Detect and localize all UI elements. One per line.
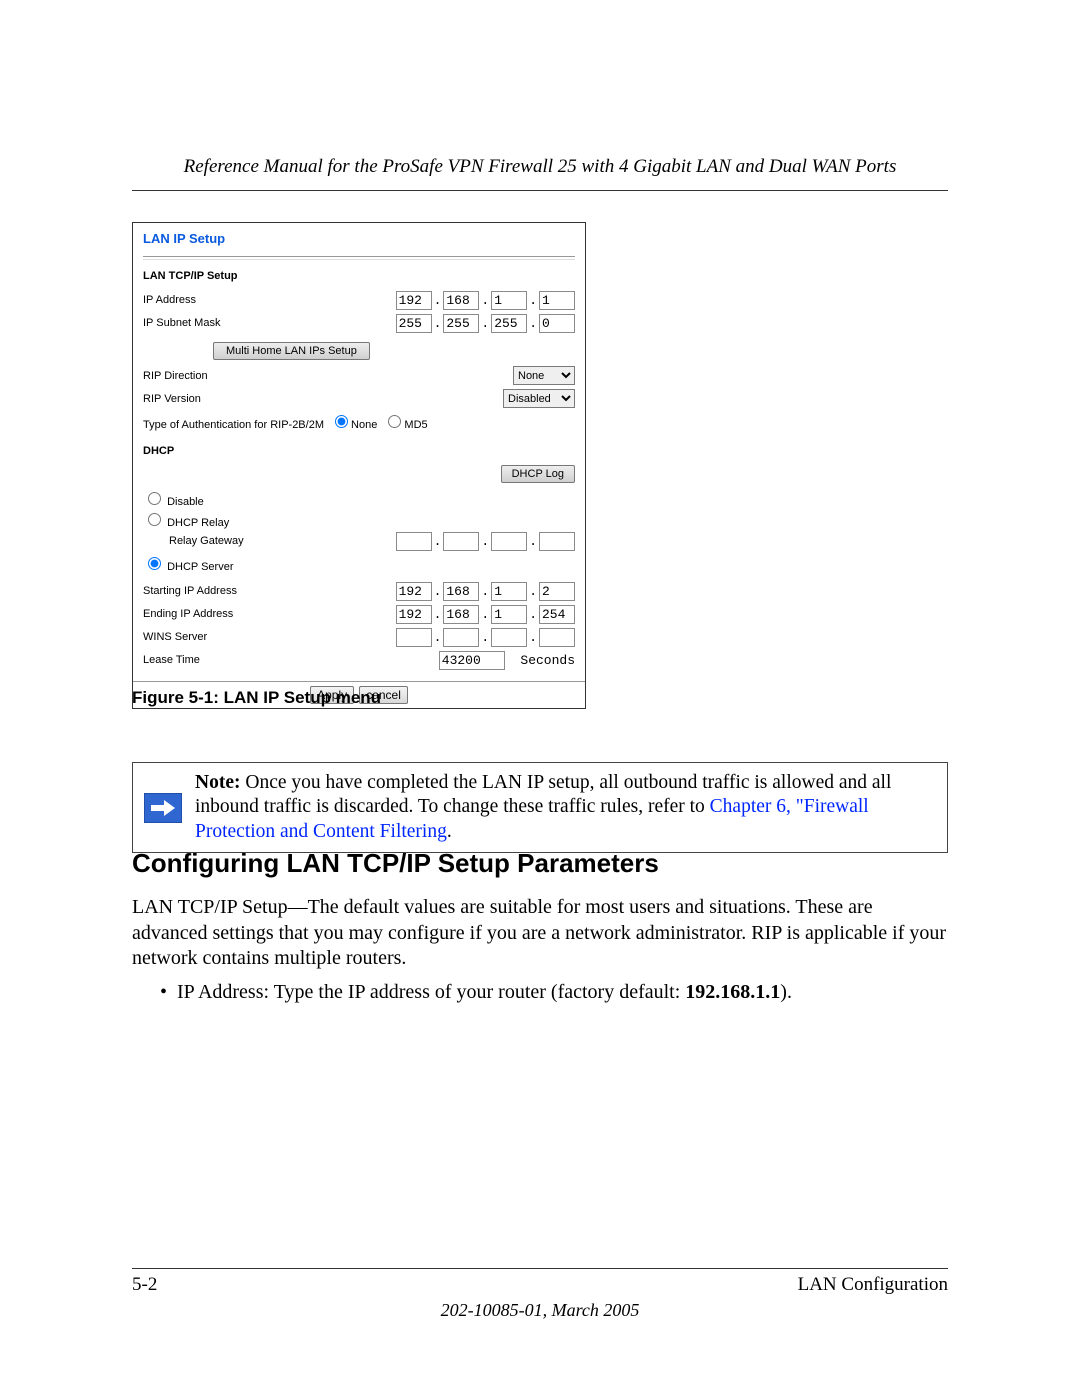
- subnet-octet-2[interactable]: [443, 314, 479, 333]
- ending-ip-label: Ending IP Address: [143, 604, 233, 625]
- end-octet-1[interactable]: [396, 605, 432, 624]
- subnet-octet-4[interactable]: [539, 314, 575, 333]
- wins-octet-2[interactable]: [443, 628, 479, 647]
- rip-version-label: RIP Version: [143, 389, 201, 410]
- start-octet-2[interactable]: [443, 582, 479, 601]
- lease-label: Lease Time: [143, 650, 200, 671]
- dhcp-log-button[interactable]: DHCP Log: [501, 465, 575, 483]
- auth-md5-label: MD5: [404, 419, 427, 431]
- note-box: Note: Once you have completed the LAN IP…: [132, 762, 948, 853]
- figure-caption: Figure 5-1: LAN IP Setup menu: [132, 688, 381, 708]
- note-lead: Note:: [195, 772, 240, 793]
- auth-md5-radio[interactable]: [388, 415, 401, 428]
- relay-octet-3[interactable]: [491, 532, 527, 551]
- section-dhcp: DHCP: [143, 445, 575, 457]
- intro-paragraph: LAN TCP/IP Setup—The default values are …: [132, 895, 948, 972]
- dhcp-relay-radio[interactable]: [148, 513, 161, 526]
- footer-section: LAN Configuration: [798, 1274, 948, 1296]
- auth-type-label: Type of Authentication for RIP-2B/2M: [143, 419, 324, 431]
- wins-octet-3[interactable]: [491, 628, 527, 647]
- lease-unit: Seconds: [520, 653, 575, 668]
- wins-octet-4[interactable]: [539, 628, 575, 647]
- start-octet-1[interactable]: [396, 582, 432, 601]
- note-body: Note: Once you have completed the LAN IP…: [193, 763, 947, 852]
- end-octet-3[interactable]: [491, 605, 527, 624]
- relay-octet-2[interactable]: [443, 532, 479, 551]
- running-header: Reference Manual for the ProSafe VPN Fir…: [132, 156, 948, 191]
- auth-none-radio[interactable]: [335, 415, 348, 428]
- bullet-text: IP Address: Type the IP address of your …: [177, 981, 685, 1003]
- bullet-ip-address: • IP Address: Type the IP address of you…: [160, 981, 948, 1004]
- auth-none-label: None: [351, 419, 377, 431]
- end-octet-2[interactable]: [443, 605, 479, 624]
- relay-octet-4[interactable]: [539, 532, 575, 551]
- dhcp-server-label: DHCP Server: [167, 561, 233, 573]
- ip-octet-4[interactable]: [539, 291, 575, 310]
- start-octet-3[interactable]: [491, 582, 527, 601]
- wins-octet-1[interactable]: [396, 628, 432, 647]
- dhcp-server-radio[interactable]: [148, 557, 161, 570]
- relay-gateway-label: Relay Gateway: [169, 531, 244, 552]
- lease-input[interactable]: [439, 651, 505, 670]
- lan-ip-setup-panel: LAN IP Setup LAN TCP/IP Setup IP Address…: [132, 222, 586, 709]
- ip-octet-1[interactable]: [396, 291, 432, 310]
- multi-home-button[interactable]: Multi Home LAN IPs Setup: [213, 342, 370, 360]
- ip-octet-2[interactable]: [443, 291, 479, 310]
- ip-address-label: IP Address: [143, 290, 196, 311]
- dhcp-disable-label: Disable: [167, 496, 204, 508]
- bullet-end: ).: [780, 981, 792, 1003]
- bullet-value: 192.168.1.1: [685, 981, 780, 1003]
- rip-direction-label: RIP Direction: [143, 366, 208, 387]
- arrow-icon: [133, 763, 193, 852]
- wins-label: WINS Server: [143, 627, 207, 648]
- section-lan-tcpip: LAN TCP/IP Setup: [143, 270, 575, 282]
- rip-direction-select[interactable]: None: [513, 366, 575, 385]
- start-octet-4[interactable]: [539, 582, 575, 601]
- footer-docid: 202-10085-01, March 2005: [0, 1300, 1080, 1321]
- note-tail: .: [447, 821, 452, 842]
- subnet-octet-3[interactable]: [491, 314, 527, 333]
- starting-ip-label: Starting IP Address: [143, 581, 237, 602]
- subnet-octet-1[interactable]: [396, 314, 432, 333]
- end-octet-4[interactable]: [539, 605, 575, 624]
- dhcp-relay-label: DHCP Relay: [167, 517, 229, 529]
- panel-title: LAN IP Setup: [143, 229, 575, 250]
- footer-rule: [132, 1268, 948, 1269]
- ip-octet-3[interactable]: [491, 291, 527, 310]
- section-heading: Configuring LAN TCP/IP Setup Parameters: [132, 848, 659, 879]
- rip-version-select[interactable]: Disabled: [503, 389, 575, 408]
- footer-page-number: 5-2: [132, 1274, 157, 1296]
- subnet-label: IP Subnet Mask: [143, 313, 220, 334]
- relay-octet-1[interactable]: [396, 532, 432, 551]
- dhcp-disable-radio[interactable]: [148, 492, 161, 505]
